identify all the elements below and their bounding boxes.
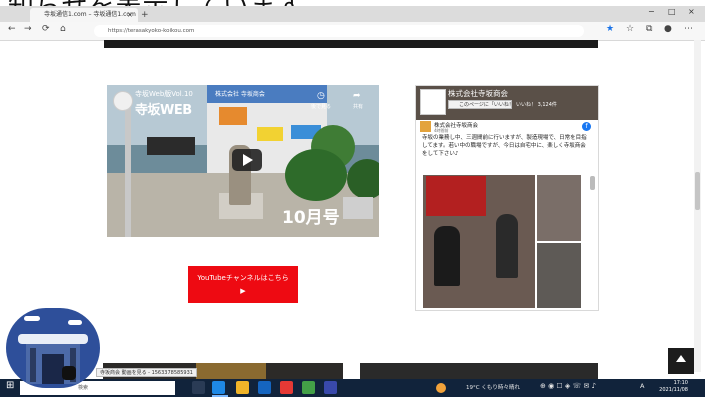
youtube-channel-button[interactable]: YouTubeチャンネルはこちら ▶	[188, 266, 298, 303]
temple-sticker	[6, 308, 100, 388]
photo-machine	[426, 176, 486, 216]
app-icon[interactable]	[280, 381, 293, 394]
minimize-button[interactable]: −	[648, 7, 655, 16]
weather-icon[interactable]	[436, 383, 446, 393]
edge-icon[interactable]	[212, 381, 225, 394]
temple-roof	[18, 334, 88, 344]
windows-start-icon[interactable]: ⊞	[6, 380, 14, 391]
play-icon	[243, 154, 253, 166]
facebook-post-text: 寺坂の業務し中、三週間前に行いますが、製造現場で、日常を目指してます。若い中の職…	[422, 135, 587, 157]
facebook-page-logo[interactable]	[420, 89, 446, 115]
facebook-post-photo[interactable]	[537, 175, 581, 241]
url-field[interactable]: https://terasakyoko-koikou.com	[94, 25, 584, 37]
browser-tab[interactable]: 寺坂通信1.com – 寺坂通信1.com	[30, 8, 138, 22]
collections-icon[interactable]: ⧉	[646, 24, 652, 34]
link-tooltip: 寺坂商会 動画を見る - 1563378585931	[96, 368, 197, 377]
taskbar-clock[interactable]: 17:10 2021/11/08	[648, 380, 688, 394]
up-arrow-icon	[676, 355, 686, 362]
clock-time: 17:10	[673, 380, 688, 386]
watch-later-label: 後で見る	[311, 104, 332, 110]
play-arrow-icon: ▶	[240, 287, 246, 295]
video-month-label: 10月号	[282, 208, 340, 228]
temple-pillar	[30, 348, 36, 382]
home-icon[interactable]: ⌂	[60, 24, 66, 34]
video-title[interactable]: 寺坂Web版Vol.10	[135, 89, 193, 99]
youtube-channel-label: YouTubeチャンネルはこちら	[197, 274, 289, 282]
header-image-strip	[104, 40, 598, 48]
video-tree	[285, 149, 347, 201]
share-icon[interactable]: ➦	[353, 91, 361, 101]
facebook-post-photo[interactable]	[537, 243, 581, 308]
video-stone	[343, 197, 373, 219]
photo-worker	[434, 226, 460, 286]
channel-avatar[interactable]	[113, 91, 133, 111]
refresh-icon[interactable]: ⟳	[42, 24, 50, 34]
clock-icon[interactable]: ◷	[317, 91, 325, 101]
page-scroll-thumb[interactable]	[695, 172, 700, 210]
facebook-like-count: いいね！ 3,124件	[516, 102, 557, 108]
star-icon[interactable]: ★	[606, 24, 614, 34]
tray-icons[interactable]: ⊕ ◉ ☐ ◈ ☏ ✉ ♪	[540, 382, 596, 390]
video-tree	[347, 159, 379, 199]
black-cat-figure	[62, 366, 76, 380]
app-icon[interactable]	[302, 381, 315, 394]
back-icon[interactable]: ←	[8, 24, 16, 34]
facebook-post-avatar[interactable]	[420, 121, 431, 132]
video-big-title: 寺坂WEB	[135, 103, 192, 118]
forward-icon[interactable]: →	[24, 24, 32, 34]
profile-icon[interactable]: ●	[664, 24, 672, 34]
temple-gate	[42, 354, 64, 384]
more-icon[interactable]: ⋯	[684, 24, 693, 34]
new-tab-button[interactable]: +	[141, 8, 149, 22]
snow-decoration	[24, 316, 40, 321]
facebook-page-plugin[interactable]: 株式会社寺坂商会 このページに「いいね！」 いいね！ 3,124件 株式会社寺坂…	[415, 85, 599, 311]
video-pole	[125, 95, 131, 237]
share-label: 共有	[353, 104, 364, 110]
maximize-button[interactable]: □	[668, 7, 676, 16]
facebook-scrollbar[interactable]	[590, 176, 595, 190]
task-view-icon[interactable]	[192, 381, 205, 394]
facebook-icon[interactable]: f	[582, 122, 591, 131]
clock-date: 2021/11/08	[659, 387, 688, 393]
facebook-like-button[interactable]: このページに「いいね！」	[448, 100, 512, 109]
video-mailbox	[147, 137, 195, 155]
explorer-icon[interactable]	[236, 381, 249, 394]
app-icon[interactable]	[324, 381, 337, 394]
mail-icon[interactable]	[258, 381, 271, 394]
snow-decoration	[68, 320, 82, 325]
ime-indicator[interactable]: A	[640, 382, 644, 390]
bottom-image-left-detail	[196, 363, 266, 379]
tab-close-button[interactable]: ×	[127, 8, 133, 22]
favorites-icon[interactable]: ☆	[626, 24, 634, 34]
facebook-page-name[interactable]: 株式会社寺坂商会	[448, 88, 508, 99]
video-sign-orange	[219, 107, 247, 125]
video-logo-text: 株式会社 寺坂商会	[215, 91, 265, 98]
weather-text[interactable]: 19°C くもり時々晴れ	[466, 383, 520, 391]
photo-worker	[496, 214, 518, 278]
youtube-video[interactable]: 株式会社 寺坂商会 寺坂Web版Vol.10 寺坂WEB ◷ 後で見る ➦ 共有…	[107, 85, 379, 237]
close-window-button[interactable]: ×	[688, 7, 695, 16]
bottom-image-right[interactable]	[360, 363, 598, 379]
video-sign-yellow	[257, 127, 283, 141]
